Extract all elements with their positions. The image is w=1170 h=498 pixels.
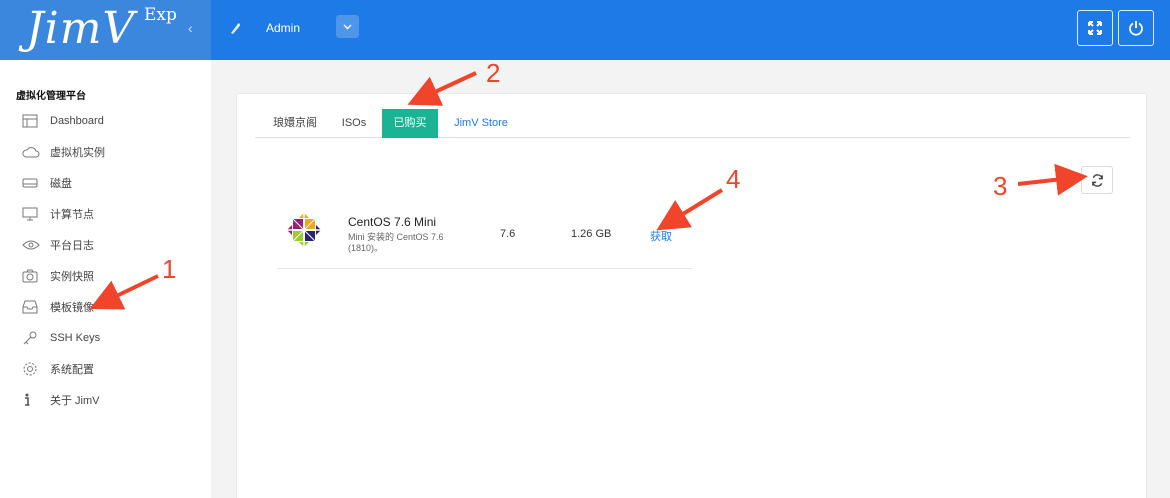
user-dropdown-button[interactable]	[336, 15, 359, 38]
cloud-icon	[22, 144, 42, 160]
sidebar-item-about[interactable]: 关于 JimV	[22, 389, 202, 411]
tab-langhuan[interactable]: 琅嬛京阁	[255, 109, 335, 138]
sidebar-item-disks[interactable]: 磁盘	[22, 172, 202, 194]
sidebar-item-label: 平台日志	[50, 240, 94, 252]
template-version: 7.6	[500, 228, 516, 240]
sidebar-item-label: 虚拟机实例	[50, 147, 105, 159]
content-panel: 琅嬛京阁 ISOs 已购买 JimV Store CentOS 7.6 Mini…	[236, 93, 1147, 498]
power-icon	[1129, 21, 1143, 36]
logo-text: JimV	[26, 3, 136, 54]
template-row: CentOS 7.6 Mini Mini 安装的 CentOS 7.6 (181…	[277, 202, 692, 269]
template-name: CentOS 7.6 Mini	[348, 215, 437, 229]
annotation-label-2: 2	[486, 58, 501, 88]
sidebar-item-templates[interactable]: 模板镜像	[22, 296, 202, 318]
fullscreen-button[interactable]	[1077, 10, 1113, 46]
dashboard-icon	[22, 113, 42, 129]
gear-icon	[22, 361, 42, 377]
sidebar-title: 虚拟化管理平台	[16, 91, 86, 102]
sidebar-item-label: SSH Keys	[50, 332, 101, 344]
sidebar-item-label: Dashboard	[50, 115, 104, 127]
sidebar-item-instances[interactable]: 虚拟机实例	[22, 141, 202, 163]
logo-superscript: Exp	[144, 5, 177, 25]
annotation-label-3: 3	[993, 171, 1008, 201]
refresh-icon	[1091, 173, 1103, 187]
sidebar-collapse-icon[interactable]: ‹	[188, 20, 202, 38]
user-area: Admin	[228, 16, 300, 40]
get-template-link[interactable]: 获取	[650, 228, 672, 244]
logo-area: JimV Exp ‹	[0, 0, 211, 60]
template-description: Mini 安装的 CentOS 7.6 (1810)。	[348, 232, 444, 253]
tab-purchased[interactable]: 已购买	[382, 109, 438, 138]
inbox-icon	[22, 299, 42, 315]
key-icon	[22, 330, 42, 346]
sidebar-item-label: 系统配置	[50, 364, 94, 376]
sidebar-item-label: 计算节点	[50, 209, 94, 221]
logout-button[interactable]	[1118, 10, 1154, 46]
template-size: 1.26 GB	[571, 228, 612, 240]
tab-bar: 琅嬛京阁 ISOs 已购买 JimV Store	[255, 109, 1130, 138]
info-icon	[22, 392, 42, 408]
centos-logo-icon	[287, 213, 321, 247]
chevron-down-icon	[343, 24, 352, 29]
sidebar-item-nodes[interactable]: 计算节点	[22, 203, 202, 225]
camera-icon	[22, 268, 42, 284]
user-name: Admin	[266, 21, 301, 35]
refresh-button[interactable]	[1081, 166, 1113, 194]
sidebar-item-label: 实例快照	[50, 271, 94, 283]
fullscreen-icon	[1088, 21, 1102, 35]
sidebar-item-label: 模板镜像	[50, 302, 94, 314]
sidebar: 虚拟化管理平台 Dashboard 虚拟机实例 磁盘 计算节点 平台日志 实例快…	[0, 60, 211, 498]
sidebar-item-logs[interactable]: 平台日志	[22, 234, 202, 256]
annotation-label-4: 4	[726, 164, 741, 194]
disk-icon	[22, 175, 42, 191]
top-header: JimV Exp ‹ Admin	[0, 0, 1170, 60]
sidebar-item-settings[interactable]: 系统配置	[22, 358, 202, 380]
tab-jimv-store[interactable]: JimV Store	[445, 109, 517, 138]
monitor-icon	[22, 206, 42, 222]
tab-isos[interactable]: ISOs	[335, 109, 373, 138]
user-avatar-icon	[231, 23, 240, 34]
sidebar-item-dashboard[interactable]: Dashboard	[22, 110, 202, 132]
sidebar-item-ssh-keys[interactable]: SSH Keys	[22, 327, 202, 349]
eye-icon	[22, 237, 42, 253]
sidebar-item-label: 磁盘	[50, 178, 72, 190]
sidebar-item-label: 关于 JimV	[50, 395, 100, 407]
annotation-label-1: 1	[162, 254, 177, 284]
